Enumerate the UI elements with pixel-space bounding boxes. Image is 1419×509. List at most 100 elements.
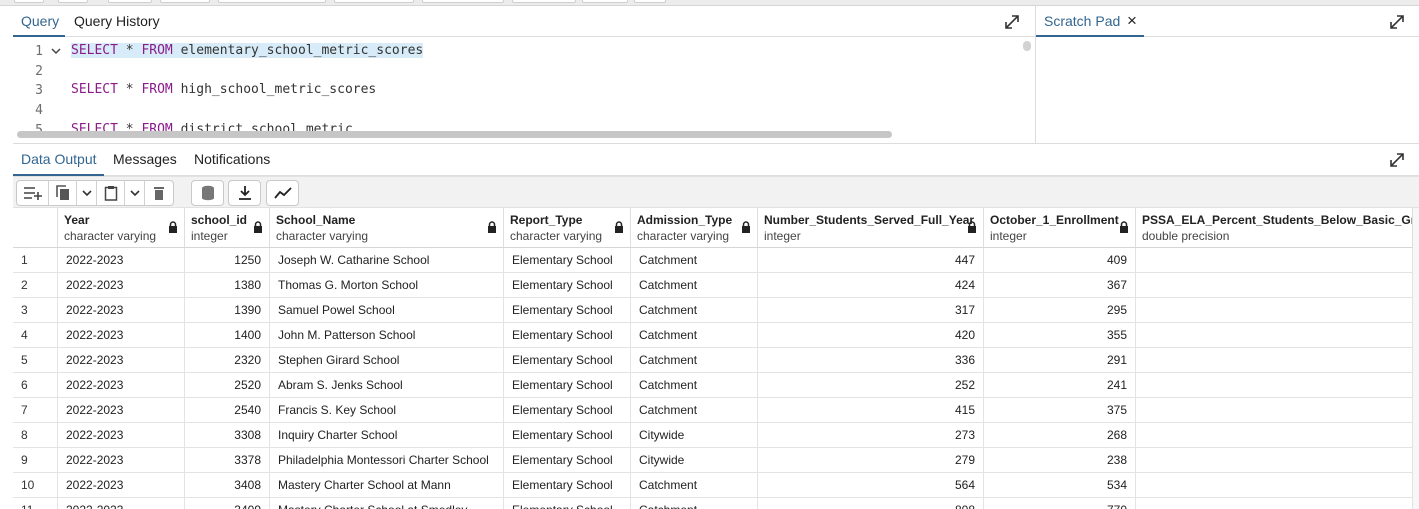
- row-number[interactable]: 1: [13, 248, 58, 273]
- admission-type-cell[interactable]: Catchment: [631, 273, 758, 298]
- table-row[interactable]: 7 2022-2023 2540 Francis S. Key School Eleme…: [13, 398, 1419, 423]
- pssa-ela-cell[interactable]: [1136, 373, 1413, 398]
- toolbar-button[interactable]: [108, 0, 152, 3]
- fold-chevron-icon[interactable]: [51, 46, 61, 59]
- toolbar-button[interactable]: [334, 0, 414, 3]
- school-id-cell[interactable]: 2540: [185, 398, 270, 423]
- column-header-school-id[interactable]: school_id integer: [185, 208, 270, 248]
- students-served-cell[interactable]: 808: [758, 498, 984, 509]
- column-header-october-enrollment[interactable]: October_1_Enrollment integer: [984, 208, 1136, 248]
- enrollment-cell[interactable]: 291: [984, 348, 1136, 373]
- school-id-cell[interactable]: 2320: [185, 348, 270, 373]
- toolbar-button[interactable]: [512, 0, 576, 3]
- enrollment-cell[interactable]: 375: [984, 398, 1136, 423]
- report-type-cell[interactable]: Elementary School: [504, 323, 631, 348]
- pssa-ela-cell[interactable]: [1136, 298, 1413, 323]
- table-row[interactable]: 6 2022-2023 2520 Abram S. Jenks School Eleme…: [13, 373, 1419, 398]
- row-number[interactable]: 9: [13, 448, 58, 473]
- enrollment-cell[interactable]: 268: [984, 423, 1136, 448]
- chevron-down-icon[interactable]: [77, 181, 97, 205]
- grid-vertical-scrollbar[interactable]: [1413, 208, 1419, 509]
- toolbar-button[interactable]: [422, 0, 504, 3]
- pssa-ela-cell[interactable]: [1136, 348, 1413, 373]
- row-number[interactable]: 3: [13, 298, 58, 323]
- table-row[interactable]: 10 2022-2023 3408 Mastery Charter School at…: [13, 473, 1419, 498]
- graph-icon[interactable]: [267, 181, 298, 205]
- sql-editor[interactable]: 1 SELECT * FROM elementary_school_metric…: [13, 38, 1032, 133]
- year-cell[interactable]: 2022-2023: [58, 348, 185, 373]
- pssa-ela-cell[interactable]: [1136, 398, 1413, 423]
- table-row[interactable]: 8 2022-2023 3308 Inquiry Charter School Elem…: [13, 423, 1419, 448]
- school-name-cell[interactable]: Philadelphia Montessori Charter School: [270, 448, 504, 473]
- school-id-cell[interactable]: 1380: [185, 273, 270, 298]
- row-number[interactable]: 4: [13, 323, 58, 348]
- column-header-school-name[interactable]: School_Name character varying: [270, 208, 504, 248]
- download-icon[interactable]: [229, 181, 260, 205]
- report-type-cell[interactable]: Elementary School: [504, 423, 631, 448]
- school-id-cell[interactable]: 1250: [185, 248, 270, 273]
- table-row[interactable]: 2 2022-2023 1380 Thomas G. Morton School Ele…: [13, 273, 1419, 298]
- admission-type-cell[interactable]: Catchment: [631, 248, 758, 273]
- year-cell[interactable]: 2022-2023: [58, 473, 185, 498]
- school-id-cell[interactable]: 3378: [185, 448, 270, 473]
- expand-icon[interactable]: [1389, 152, 1405, 168]
- row-number[interactable]: 11: [13, 498, 58, 509]
- school-id-cell[interactable]: 3409: [185, 498, 270, 509]
- toolbar-button[interactable]: [582, 0, 628, 3]
- students-served-cell[interactable]: 336: [758, 348, 984, 373]
- admission-type-cell[interactable]: Catchment: [631, 323, 758, 348]
- enrollment-cell[interactable]: 295: [984, 298, 1136, 323]
- report-type-cell[interactable]: Elementary School: [504, 273, 631, 298]
- report-type-cell[interactable]: Elementary School: [504, 248, 631, 273]
- tab-data-output[interactable]: Data Output: [21, 151, 97, 167]
- school-id-cell[interactable]: 2520: [185, 373, 270, 398]
- year-cell[interactable]: 2022-2023: [58, 498, 185, 509]
- enrollment-cell[interactable]: 241: [984, 373, 1136, 398]
- report-type-cell[interactable]: Elementary School: [504, 448, 631, 473]
- tab-notifications[interactable]: Notifications: [194, 151, 270, 167]
- report-type-cell[interactable]: Elementary School: [504, 498, 631, 509]
- column-header-students-served[interactable]: Number_Students_Served_Full_Year integer: [758, 208, 984, 248]
- toolbar-button[interactable]: [634, 0, 666, 3]
- pssa-ela-cell[interactable]: [1136, 323, 1413, 348]
- enrollment-cell[interactable]: 355: [984, 323, 1136, 348]
- school-name-cell[interactable]: Thomas G. Morton School: [270, 273, 504, 298]
- report-type-cell[interactable]: Elementary School: [504, 373, 631, 398]
- add-row-icon[interactable]: [17, 181, 49, 205]
- column-header-report-type[interactable]: Report_Type character varying: [504, 208, 631, 248]
- enrollment-cell[interactable]: 367: [984, 273, 1136, 298]
- school-name-cell[interactable]: Stephen Girard School: [270, 348, 504, 373]
- expand-icon[interactable]: [1004, 14, 1020, 30]
- delete-icon[interactable]: [145, 181, 173, 205]
- pssa-ela-cell[interactable]: [1136, 423, 1413, 448]
- school-name-cell[interactable]: Francis S. Key School: [270, 398, 504, 423]
- school-id-cell[interactable]: 1390: [185, 298, 270, 323]
- admission-type-cell[interactable]: Catchment: [631, 298, 758, 323]
- toolbar-button[interactable]: [160, 0, 210, 3]
- students-served-cell[interactable]: 415: [758, 398, 984, 423]
- school-name-cell[interactable]: Inquiry Charter School: [270, 423, 504, 448]
- students-served-cell[interactable]: 317: [758, 298, 984, 323]
- year-cell[interactable]: 2022-2023: [58, 373, 185, 398]
- admission-type-cell[interactable]: Citywide: [631, 448, 758, 473]
- enrollment-cell[interactable]: 534: [984, 473, 1136, 498]
- pssa-ela-cell[interactable]: [1136, 473, 1413, 498]
- report-type-cell[interactable]: Elementary School: [504, 473, 631, 498]
- students-served-cell[interactable]: 420: [758, 323, 984, 348]
- students-served-cell[interactable]: 273: [758, 423, 984, 448]
- column-header-admission-type[interactable]: Admission_Type character varying: [631, 208, 758, 248]
- enrollment-cell[interactable]: 770: [984, 498, 1136, 509]
- year-cell[interactable]: 2022-2023: [58, 298, 185, 323]
- row-number[interactable]: 10: [13, 473, 58, 498]
- year-cell[interactable]: 2022-2023: [58, 323, 185, 348]
- column-header-year[interactable]: Year character varying: [58, 208, 185, 248]
- copy-icon[interactable]: [49, 181, 77, 205]
- pssa-ela-cell[interactable]: [1136, 273, 1413, 298]
- students-served-cell[interactable]: 424: [758, 273, 984, 298]
- year-cell[interactable]: 2022-2023: [58, 398, 185, 423]
- tab-messages[interactable]: Messages: [113, 151, 177, 167]
- tab-scratch-pad[interactable]: Scratch Pad: [1044, 13, 1120, 29]
- report-type-cell[interactable]: Elementary School: [504, 298, 631, 323]
- row-number[interactable]: 2: [13, 273, 58, 298]
- enrollment-cell[interactable]: 409: [984, 248, 1136, 273]
